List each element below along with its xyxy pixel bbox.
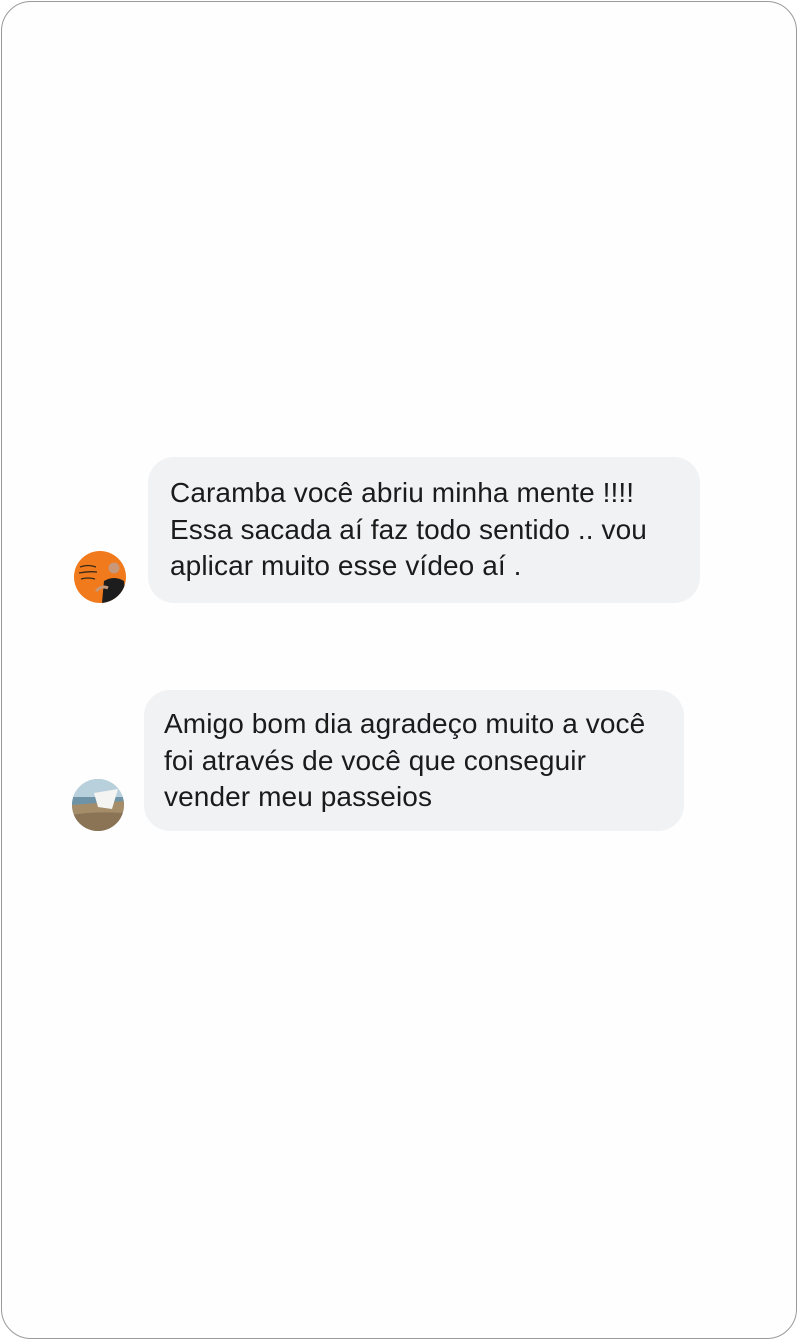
message-row: Amigo bom dia agradeço muito a você foi …	[72, 690, 684, 831]
message-text-line: aplicar muito esse vídeo aí .	[170, 550, 522, 581]
avatar[interactable]	[72, 779, 124, 831]
avatar-image	[72, 779, 124, 831]
message-bubble[interactable]: Amigo bom dia agradeço muito a você foi …	[144, 690, 684, 831]
message-text-line: foi através de você que conseguir	[164, 744, 587, 776]
message-row: Caramba você abriu minha mente !!!! Essa…	[74, 457, 700, 603]
avatar[interactable]	[74, 551, 126, 603]
message-text-line: Essa sacada aí faz todo sentido .. vou	[170, 513, 647, 545]
message-bubble[interactable]: Caramba você abriu minha mente !!!! Essa…	[148, 457, 700, 603]
avatar-image	[74, 551, 126, 603]
message-text-line: Caramba você abriu minha mente !!!!	[170, 477, 635, 508]
message-text-line: vender meu passeios	[164, 781, 433, 812]
message-text-line: Amigo bom dia agradeço muito a você	[164, 708, 646, 739]
screen-frame	[1, 1, 797, 1339]
